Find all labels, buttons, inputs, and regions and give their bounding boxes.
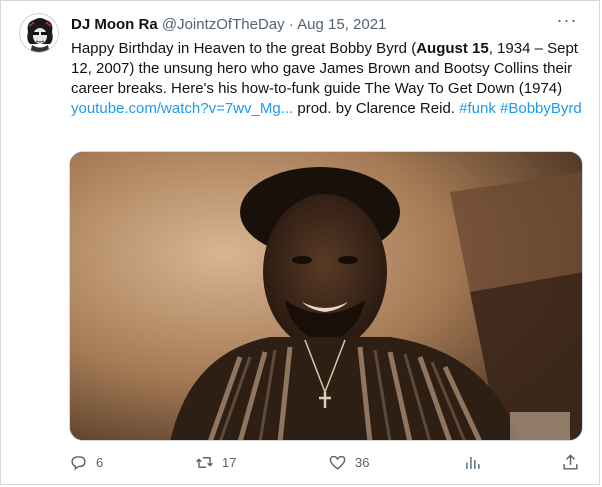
share-icon: [563, 453, 578, 470]
media-video-thumbnail[interactable]: [69, 151, 583, 441]
retweet-count: 17: [222, 454, 237, 470]
tweet-text: Happy Birthday in Heaven to the great Bo…: [71, 39, 585, 119]
tweet-actions-bar: 6 17 36: [69, 449, 583, 475]
avatar[interactable]: [19, 13, 59, 53]
reply-count: 6: [96, 454, 104, 470]
views-button[interactable]: [463, 449, 482, 475]
more-options-button[interactable]: ···: [553, 11, 581, 33]
tweet-card[interactable]: DJ Moon Ra @JointzOfTheDay · Aug 15, 202…: [0, 0, 600, 485]
avatar-image: [21, 15, 58, 52]
like-count: 36: [355, 454, 370, 470]
tweet-text-part1: Happy Birthday in Heaven to the great Bo…: [71, 40, 417, 57]
youtube-link[interactable]: youtube.com/watch?v=7wv_Mg...: [71, 100, 293, 117]
reply-button[interactable]: 6: [69, 449, 103, 475]
like-button[interactable]: 36: [328, 449, 369, 475]
author-handle[interactable]: @JointzOfTheDay: [162, 16, 285, 33]
retweet-icon: [196, 456, 213, 468]
tweet-text-part3: prod. by Clarence Reid.: [293, 100, 460, 117]
share-button[interactable]: [561, 449, 580, 475]
like-icon: [329, 455, 346, 470]
video-frame-image: [70, 152, 582, 440]
more-icon: ···: [556, 10, 578, 30]
retweet-button[interactable]: 17: [195, 449, 236, 475]
hashtag-bobbybyrd[interactable]: #BobbyByrd: [500, 100, 582, 117]
separator: ·: [288, 16, 294, 33]
tweet-text-bold: August 15: [416, 40, 489, 57]
views-icon: [466, 456, 480, 469]
hashtag-funk[interactable]: #funk: [459, 100, 496, 117]
tweet-header: DJ Moon Ra @JointzOfTheDay · Aug 15, 202…: [71, 15, 579, 35]
reply-icon: [71, 455, 86, 470]
tweet-date[interactable]: Aug 15, 2021: [297, 16, 386, 33]
author-name[interactable]: DJ Moon Ra: [71, 16, 158, 33]
